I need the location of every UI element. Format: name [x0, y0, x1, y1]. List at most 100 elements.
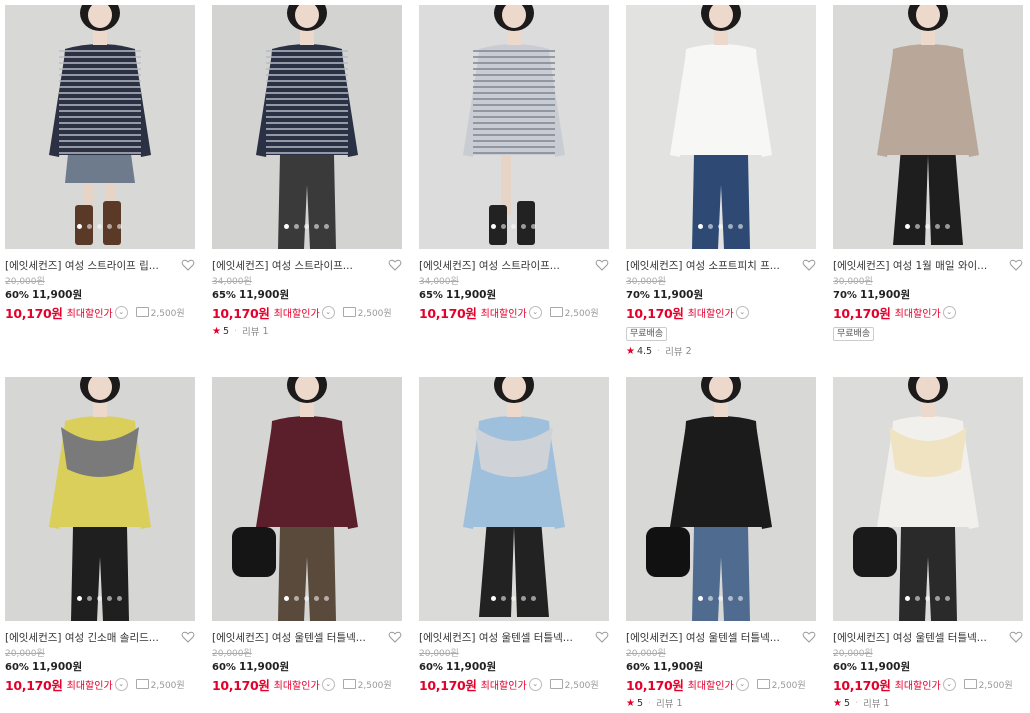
- carousel-dot[interactable]: [117, 596, 122, 601]
- carousel-dot[interactable]: [698, 596, 703, 601]
- carousel-dot[interactable]: [511, 224, 516, 229]
- chevron-down-icon[interactable]: ⌄: [735, 305, 749, 319]
- image-carousel-dots[interactable]: [491, 224, 536, 229]
- carousel-dot[interactable]: [117, 224, 122, 229]
- image-carousel-dots[interactable]: [284, 224, 329, 229]
- image-carousel-dots[interactable]: [491, 596, 536, 601]
- carousel-dot[interactable]: [324, 596, 329, 601]
- carousel-dot[interactable]: [107, 596, 112, 601]
- product-card[interactable]: [에잇세컨즈] 여성 울텐셀 터틀넥... 20,000원 60% 11,900원 10…: [833, 377, 1023, 711]
- carousel-dot[interactable]: [915, 224, 920, 229]
- carousel-dot[interactable]: [905, 224, 910, 229]
- image-carousel-dots[interactable]: [905, 596, 950, 601]
- carousel-dot[interactable]: [738, 224, 743, 229]
- product-image[interactable]: [833, 5, 1023, 249]
- carousel-dot[interactable]: [77, 224, 82, 229]
- product-card[interactable]: [에잇세컨즈] 여성 울텐셀 터틀넥... 20,000원 60% 11,900원 10…: [419, 377, 609, 693]
- carousel-dot[interactable]: [284, 596, 289, 601]
- carousel-dot[interactable]: [491, 596, 496, 601]
- image-carousel-dots[interactable]: [77, 224, 122, 229]
- carousel-dot[interactable]: [945, 224, 950, 229]
- product-card[interactable]: [에잇세컨즈] 여성 긴소매 솔리드... 20,000원 60% 11,900원 10…: [5, 377, 195, 693]
- product-title[interactable]: [에잇세컨즈] 여성 울텐셀 터틀넥...: [212, 631, 380, 645]
- carousel-dot[interactable]: [77, 596, 82, 601]
- max-discount-label[interactable]: 최대할인가: [481, 305, 527, 320]
- max-discount-label[interactable]: 최대할인가: [895, 677, 941, 692]
- max-discount-label[interactable]: 최대할인가: [688, 305, 734, 320]
- review-summary[interactable]: ★ 4.5 · 리뷰 2: [626, 345, 816, 359]
- carousel-dot[interactable]: [521, 596, 526, 601]
- chevron-down-icon[interactable]: ⌄: [114, 305, 128, 319]
- product-card[interactable]: [에잇세컨즈] 여성 스트라이프... 34,000원 65% 11,900원 10,1…: [419, 5, 609, 321]
- product-title[interactable]: [에잇세컨즈] 여성 스트라이프...: [212, 259, 380, 273]
- review-summary[interactable]: ★ 5 · 리뷰 1: [212, 325, 402, 339]
- carousel-dot[interactable]: [107, 224, 112, 229]
- max-discount-label[interactable]: 최대할인가: [274, 677, 320, 692]
- product-title[interactable]: [에잇세컨즈] 여성 스트라이프 립...: [5, 259, 173, 273]
- carousel-dot[interactable]: [511, 596, 516, 601]
- image-carousel-dots[interactable]: [77, 596, 122, 601]
- heart-icon[interactable]: [181, 630, 195, 644]
- review-summary[interactable]: ★ 5 · 리뷰 1: [833, 697, 1023, 711]
- carousel-dot[interactable]: [294, 596, 299, 601]
- carousel-dot[interactable]: [87, 596, 92, 601]
- product-card[interactable]: [에잇세컨즈] 여성 울텐셀 터틀넥... 20,000원 60% 11,900원 10…: [212, 377, 402, 693]
- product-image[interactable]: [419, 377, 609, 621]
- product-title[interactable]: [에잇세컨즈] 여성 울텐셀 터틀넥...: [833, 631, 1001, 645]
- max-discount-label[interactable]: 최대할인가: [67, 305, 113, 320]
- chevron-down-icon[interactable]: ⌄: [735, 677, 749, 691]
- chevron-down-icon[interactable]: ⌄: [528, 305, 542, 319]
- heart-icon[interactable]: [1009, 630, 1023, 644]
- heart-icon[interactable]: [802, 630, 816, 644]
- carousel-dot[interactable]: [698, 224, 703, 229]
- product-image[interactable]: [212, 5, 402, 249]
- chevron-down-icon[interactable]: ⌄: [942, 677, 956, 691]
- carousel-dot[interactable]: [284, 224, 289, 229]
- product-card[interactable]: [에잇세컨즈] 여성 소프트피치 프... 30,000원 70% 11,900원 10…: [626, 5, 816, 359]
- carousel-dot[interactable]: [314, 224, 319, 229]
- product-title[interactable]: [에잇세컨즈] 여성 스트라이프...: [419, 259, 587, 273]
- image-carousel-dots[interactable]: [284, 596, 329, 601]
- product-title[interactable]: [에잇세컨즈] 여성 긴소매 솔리드...: [5, 631, 173, 645]
- carousel-dot[interactable]: [935, 224, 940, 229]
- carousel-dot[interactable]: [728, 224, 733, 229]
- image-carousel-dots[interactable]: [698, 596, 743, 601]
- heart-icon[interactable]: [1009, 258, 1023, 272]
- product-card[interactable]: [에잇세컨즈] 여성 울텐셀 터틀넥... 20,000원 60% 11,900원 10…: [626, 377, 816, 711]
- max-discount-label[interactable]: 최대할인가: [688, 677, 734, 692]
- product-image[interactable]: [5, 5, 195, 249]
- review-summary[interactable]: ★ 5 · 리뷰 1: [626, 697, 816, 711]
- carousel-dot[interactable]: [925, 224, 930, 229]
- carousel-dot[interactable]: [304, 224, 309, 229]
- heart-icon[interactable]: [595, 258, 609, 272]
- carousel-dot[interactable]: [945, 596, 950, 601]
- product-card[interactable]: [에잇세컨즈] 여성 스트라이프 립... 20,000원 60% 11,900원 10…: [5, 5, 195, 321]
- chevron-down-icon[interactable]: ⌄: [942, 305, 956, 319]
- heart-icon[interactable]: [802, 258, 816, 272]
- carousel-dot[interactable]: [925, 596, 930, 601]
- carousel-dot[interactable]: [708, 224, 713, 229]
- carousel-dot[interactable]: [304, 596, 309, 601]
- carousel-dot[interactable]: [728, 596, 733, 601]
- chevron-down-icon[interactable]: ⌄: [114, 677, 128, 691]
- max-discount-label[interactable]: 최대할인가: [274, 305, 320, 320]
- image-carousel-dots[interactable]: [905, 224, 950, 229]
- heart-icon[interactable]: [595, 630, 609, 644]
- product-card[interactable]: [에잇세컨즈] 여성 1월 매일 와이... 30,000원 70% 11,900원 1…: [833, 5, 1023, 341]
- carousel-dot[interactable]: [531, 224, 536, 229]
- carousel-dot[interactable]: [324, 224, 329, 229]
- carousel-dot[interactable]: [531, 596, 536, 601]
- chevron-down-icon[interactable]: ⌄: [321, 677, 335, 691]
- carousel-dot[interactable]: [87, 224, 92, 229]
- product-title[interactable]: [에잇세컨즈] 여성 1월 매일 와이...: [833, 259, 1001, 273]
- product-image[interactable]: [626, 5, 816, 249]
- carousel-dot[interactable]: [294, 224, 299, 229]
- carousel-dot[interactable]: [935, 596, 940, 601]
- carousel-dot[interactable]: [501, 596, 506, 601]
- carousel-dot[interactable]: [501, 224, 506, 229]
- max-discount-label[interactable]: 최대할인가: [67, 677, 113, 692]
- heart-icon[interactable]: [181, 258, 195, 272]
- heart-icon[interactable]: [388, 630, 402, 644]
- max-discount-label[interactable]: 최대할인가: [895, 305, 941, 320]
- product-image[interactable]: [833, 377, 1023, 621]
